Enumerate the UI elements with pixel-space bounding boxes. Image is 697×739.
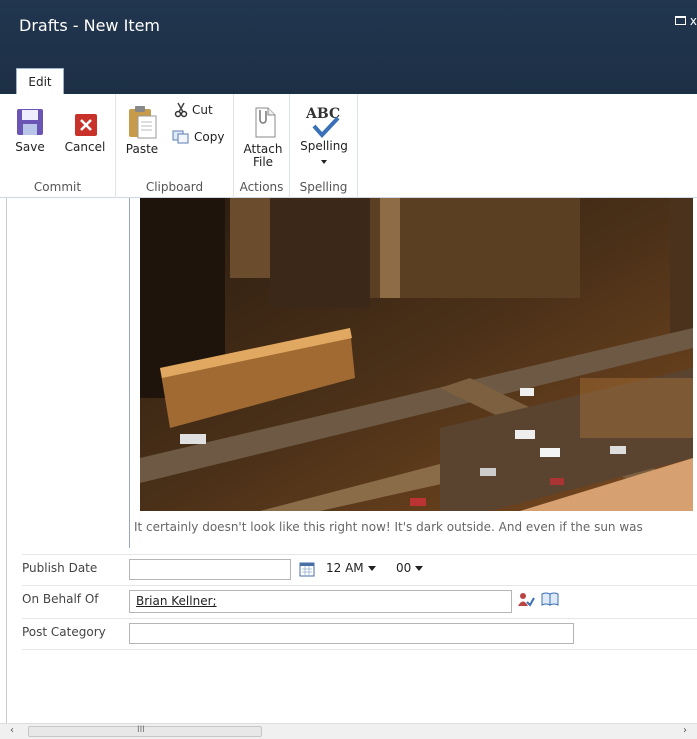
spelling-group: ABC Spelling Spelling	[290, 94, 358, 198]
cancel-label: Cancel	[64, 140, 106, 154]
title-bar: Drafts - New Item x Edit	[0, 0, 697, 95]
post-body-text: It certainly doesn't look like this righ…	[134, 520, 643, 534]
post-category-input[interactable]	[129, 623, 574, 644]
actions-group-label: Actions	[239, 180, 284, 194]
save-icon	[17, 109, 43, 135]
chevron-down-icon	[321, 160, 327, 164]
paste-icon	[129, 106, 157, 139]
scroll-thumb[interactable]: III	[28, 725, 262, 737]
chevron-down-icon	[367, 565, 376, 571]
on-behalf-of-input[interactable]: Brian Kellner;	[129, 590, 512, 613]
horizontal-scrollbar[interactable]: ‹ III ›	[0, 723, 697, 739]
scissors-icon	[174, 102, 188, 118]
minute-select[interactable]: 00	[396, 558, 424, 578]
minute-value: 00	[396, 561, 412, 575]
city-photo-art	[140, 198, 693, 511]
chevron-down-icon	[415, 565, 424, 571]
commit-group-label: Commit	[33, 180, 82, 194]
scroll-grip: III	[137, 725, 145, 735]
close-icon[interactable]: x	[690, 14, 697, 28]
address-book-icon[interactable]	[541, 591, 559, 607]
actions-group: Attach File Actions	[234, 94, 290, 198]
on-behalf-of-row: On Behalf Of Brian Kellner;	[22, 585, 697, 618]
window-controls: x	[674, 14, 697, 28]
clipboard-group: Paste Cut Copy Clipboard	[116, 94, 234, 198]
ribbon: Save Cancel Commit Paste Cut Copy Clipbo…	[0, 94, 697, 198]
spelling-button[interactable]: ABC Spelling	[298, 104, 350, 167]
tab-edit[interactable]: Edit	[16, 68, 64, 95]
hour-select[interactable]: 12 AM	[326, 558, 376, 578]
calendar-icon[interactable]	[299, 561, 315, 577]
attach-file-button[interactable]: Attach File	[242, 104, 284, 169]
spelling-label: Spelling	[300, 139, 348, 153]
left-border	[0, 198, 7, 723]
hour-value: 12 AM	[326, 561, 364, 575]
post-category-label: Post Category	[22, 625, 106, 639]
cut-button[interactable]: Cut	[174, 102, 213, 118]
maximize-icon[interactable]	[674, 16, 686, 25]
attach-file-icon	[255, 107, 276, 138]
commit-group: Save Cancel Commit	[0, 94, 116, 198]
body-editor[interactable]: It certainly doesn't look like this righ…	[129, 198, 697, 548]
scroll-left-icon[interactable]: ‹	[10, 725, 14, 736]
city-photo	[140, 198, 693, 511]
cut-label: Cut	[192, 103, 213, 117]
cancel-icon	[75, 114, 97, 136]
spelling-group-label: Spelling	[299, 180, 348, 194]
publish-date-label: Publish Date	[22, 561, 98, 575]
spell-check-icon: ABC	[298, 104, 350, 140]
clipboard-group-label: Clipboard	[145, 180, 204, 194]
publish-date-row: Publish Date 12 AM 00	[22, 554, 697, 584]
check-names-icon[interactable]	[517, 592, 535, 608]
copy-icon	[172, 130, 189, 144]
person-name[interactable]: Brian Kellner;	[136, 594, 217, 608]
copy-label: Copy	[194, 130, 225, 144]
window-title: Drafts - New Item	[19, 16, 161, 35]
save-label: Save	[15, 140, 45, 154]
checkmark-icon	[312, 116, 340, 138]
form-content: It certainly doesn't look like this righ…	[0, 198, 697, 723]
publish-date-input[interactable]	[129, 559, 291, 580]
attach-label-2: File	[252, 155, 274, 169]
on-behalf-of-label: On Behalf Of	[22, 592, 99, 606]
post-category-row: Post Category	[22, 618, 697, 650]
save-button[interactable]: Save	[12, 106, 48, 154]
cancel-button[interactable]: Cancel	[62, 106, 108, 154]
scroll-right-icon[interactable]: ›	[683, 725, 687, 736]
paste-label: Paste	[125, 142, 159, 156]
paste-button[interactable]: Paste	[124, 104, 160, 156]
copy-button[interactable]: Copy	[172, 130, 224, 144]
